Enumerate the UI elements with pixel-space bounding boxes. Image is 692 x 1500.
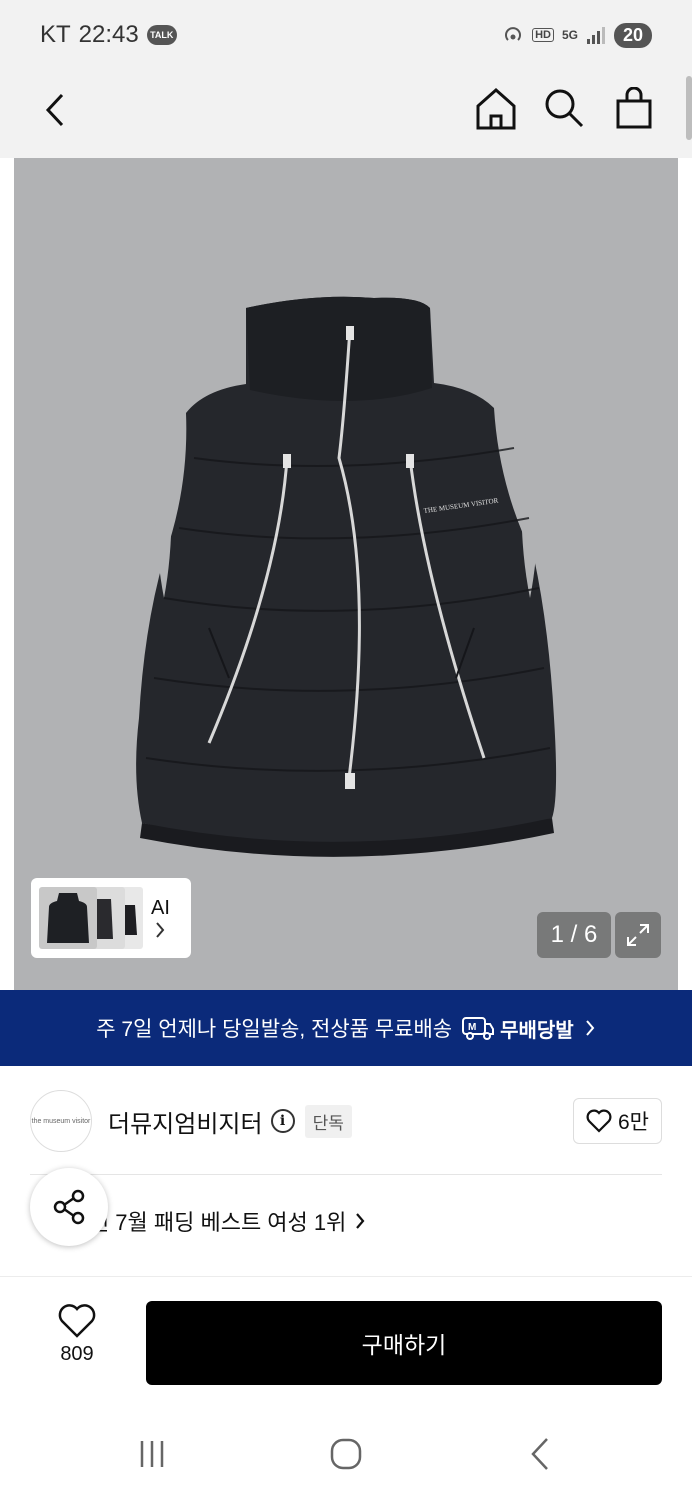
heart-icon — [586, 1109, 612, 1133]
home-icon — [476, 87, 516, 130]
signal-icon — [586, 27, 605, 44]
recents-icon — [140, 1441, 164, 1467]
scrollbar-thumb[interactable] — [686, 76, 692, 140]
brand-row: the museum visitor 더뮤지엄비지터 i 단독 6만 — [0, 1066, 692, 1176]
share-button[interactable] — [30, 1168, 108, 1246]
recents-button[interactable] — [130, 1434, 174, 1474]
back-arrow-icon — [45, 93, 64, 127]
carrier-label: KT — [40, 21, 71, 48]
share-icon — [53, 1189, 85, 1225]
wishlist-count: 809 — [60, 1343, 94, 1365]
heart-icon — [58, 1304, 96, 1338]
back-nav-icon — [531, 1438, 548, 1470]
svg-text:M: M — [468, 1022, 476, 1033]
cart-button[interactable] — [612, 84, 656, 132]
ai-label: AI — [151, 896, 170, 919]
kakaotalk-notification-icon: TALK — [146, 25, 177, 45]
status-left: KT 22:43 TALK — [40, 21, 177, 49]
status-bar: KT 22:43 TALK HD 5G 20 — [0, 0, 692, 70]
clock: 22:43 — [78, 21, 139, 48]
delivery-truck-icon: M — [462, 1017, 495, 1040]
product-image-puffer-vest: THE MUSEUM VISITOR — [136, 296, 557, 857]
home-button[interactable] — [474, 84, 518, 132]
search-button[interactable] — [542, 84, 586, 132]
chevron-right-icon — [156, 921, 165, 938]
top-navigation — [0, 70, 692, 158]
ai-link[interactable]: AI — [151, 897, 170, 940]
fullscreen-button[interactable] — [615, 912, 661, 958]
brand-like-count: 6만 — [618, 1111, 649, 1134]
home-nav-button[interactable] — [324, 1434, 368, 1474]
bottom-action-bar: 809 구매하기 — [0, 1276, 692, 1404]
brand-logo[interactable]: the museum visitor — [30, 1090, 92, 1152]
delivery-banner[interactable]: 주 7일 언제나 당일발송, 전상품 무료배송 M 무배당발 — [0, 990, 692, 1066]
network-type: 5G — [561, 28, 578, 42]
chevron-right-icon — [356, 1213, 365, 1229]
divider — [30, 1174, 662, 1175]
battery-indicator: 20 — [613, 22, 652, 48]
banner-brand: M 무배당발 — [462, 1014, 574, 1043]
exclusive-badge: 단독 — [304, 1104, 352, 1138]
thumbnail-1 — [39, 887, 97, 949]
brand-name[interactable]: 더뮤지엄비지터 — [108, 1104, 263, 1139]
chevron-right-icon — [585, 1020, 595, 1036]
expand-icon — [627, 924, 649, 946]
image-counter: 1 / 6 — [537, 912, 611, 958]
thumbnail-stack — [35, 883, 145, 953]
system-navigation-bar — [0, 1404, 692, 1500]
banner-text: 주 7일 언제나 당일발송, 전상품 무료배송 — [96, 1018, 453, 1041]
ai-thumbnail-card[interactable]: AI — [31, 878, 191, 958]
hd-icon: HD — [532, 28, 554, 42]
buy-button[interactable]: 구매하기 — [146, 1301, 662, 1385]
home-circle-icon — [330, 1438, 362, 1470]
shopping-bag-icon — [616, 87, 652, 129]
search-icon — [545, 89, 584, 128]
status-right: HD 5G 20 — [502, 22, 652, 48]
hotspot-icon — [505, 27, 521, 41]
banner-brand-label: 무배당발 — [500, 1019, 574, 1042]
back-nav-button[interactable] — [518, 1434, 562, 1474]
info-icon[interactable]: i — [270, 1109, 295, 1133]
product-image-gallery[interactable]: THE MUSEUM VISITOR AI 1 / 6 — [14, 158, 678, 990]
brand-like-button[interactable]: 6만 — [573, 1098, 662, 1144]
back-button[interactable] — [38, 88, 72, 132]
wishlist-button[interactable]: 809 — [40, 1303, 114, 1366]
